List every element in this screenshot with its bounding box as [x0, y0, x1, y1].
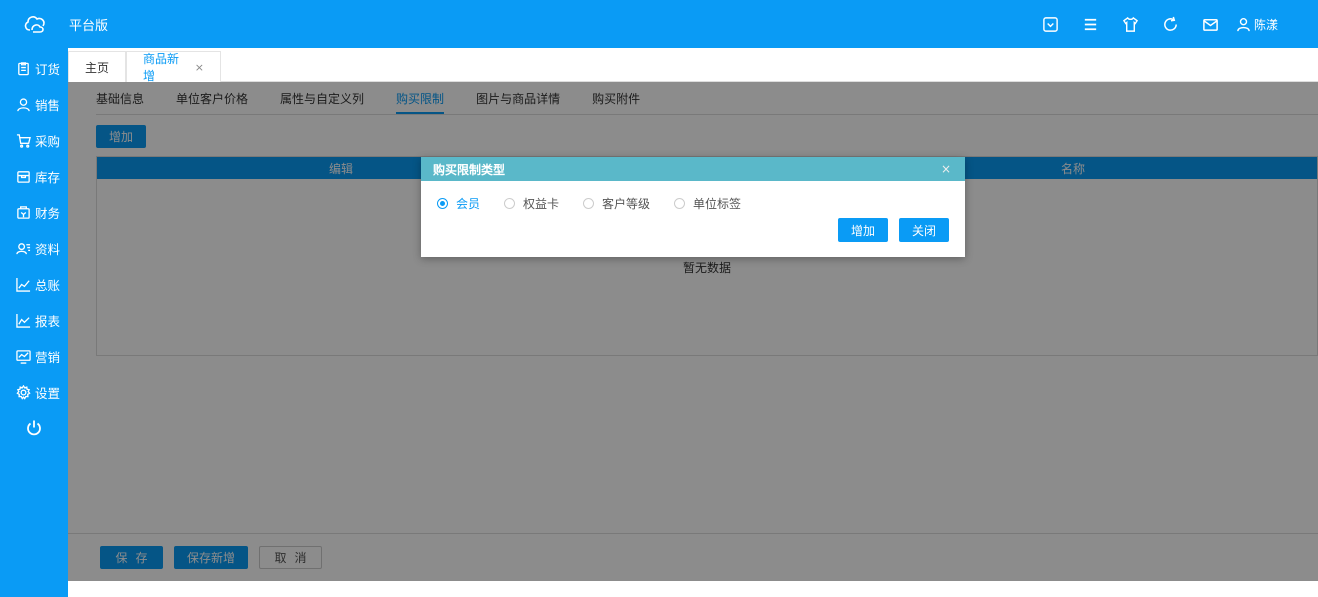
close-icon[interactable]: × [195, 61, 204, 74]
refresh-icon[interactable] [1160, 13, 1182, 35]
sidebar-item-label: 总账 [35, 277, 61, 293]
dialog-title: 购买限制类型 [433, 162, 506, 177]
inbox-icon[interactable] [1040, 13, 1062, 35]
sidebar-item-label: 订货 [35, 61, 61, 77]
sidebar-item-purchase[interactable]: 采购 [0, 122, 68, 158]
box-icon [17, 170, 30, 183]
radio-dot[interactable] [583, 198, 595, 209]
monitor-icon [16, 349, 31, 364]
wallet-icon [17, 205, 30, 219]
chart-icon [16, 277, 31, 292]
cloud-logo-icon [24, 16, 45, 33]
power-button[interactable] [0, 410, 68, 446]
radio-member[interactable]: 会员 [437, 195, 480, 212]
user-name: 陈漾 [1253, 17, 1278, 32]
user-menu[interactable]: 陈漾 [1236, 16, 1278, 33]
top-bar: 平台版 陈漾 [0, 0, 1318, 48]
sidebar-item-finance[interactable]: 财务 [0, 194, 68, 230]
purchase-limit-type-dialog: 购买限制类型 × 会员 权益卡 客户等级 单位标签 增加 关闭 [421, 157, 965, 257]
sidebar-item-label: 销售 [35, 97, 61, 113]
sidebar-item-label: 资料 [35, 241, 61, 257]
tab-home[interactable]: 主页 [68, 51, 126, 82]
dialog-add-button[interactable]: 增加 [838, 218, 888, 242]
page-tab-bar: 主页 商品新增 × [68, 48, 1318, 83]
radio-dot[interactable] [437, 198, 448, 209]
radio-label: 权益卡 [523, 197, 560, 211]
sidebar-item-label: 设置 [35, 385, 61, 401]
radio-dot[interactable] [504, 198, 516, 209]
sidebar-item-sales[interactable]: 销售 [0, 86, 68, 122]
power-icon [27, 420, 41, 436]
sidebar-item-inventory[interactable]: 库存 [0, 158, 68, 194]
close-icon[interactable]: × [941, 162, 951, 176]
gear-icon [16, 384, 31, 400]
radio-unit-tag[interactable]: 单位标签 [674, 195, 741, 212]
bottom-strip [68, 581, 1318, 597]
sidebar-item-label: 财务 [35, 205, 61, 221]
sidebar: 订货 销售 采购 库存 财务 资料 总账 报表 营销 设置 [0, 48, 68, 597]
tab-product-new[interactable]: 商品新增 × [126, 51, 221, 83]
tab-home-label: 主页 [85, 60, 110, 75]
sidebar-item-label: 营销 [35, 349, 61, 365]
radio-benefit-card[interactable]: 权益卡 [504, 195, 559, 212]
sidebar-item-marketing[interactable]: 营销 [0, 338, 68, 374]
contacts-icon [16, 242, 31, 254]
sidebar-item-data[interactable]: 资料 [0, 230, 68, 266]
sidebar-item-report[interactable]: 报表 [0, 302, 68, 338]
shirt-icon[interactable] [1120, 13, 1142, 35]
user-icon [1237, 17, 1250, 31]
menu-icon[interactable] [1080, 13, 1102, 35]
sidebar-item-label: 报表 [35, 313, 61, 329]
radio-dot[interactable] [674, 198, 686, 209]
mail-icon[interactable] [1200, 13, 1222, 35]
cart-icon [16, 133, 31, 148]
brand-title: 平台版 [69, 19, 109, 34]
radio-label: 单位标签 [693, 197, 742, 211]
sidebar-item-ledger[interactable]: 总账 [0, 266, 68, 302]
clipboard-icon [18, 61, 29, 75]
radio-label: 客户等级 [602, 197, 651, 211]
radio-label: 会员 [456, 197, 481, 211]
tab-product-new-label: 商品新增 [143, 52, 180, 83]
sidebar-item-settings[interactable]: 设置 [0, 374, 68, 410]
sidebar-item-order[interactable]: 订货 [0, 50, 68, 86]
sidebar-item-label: 采购 [35, 133, 61, 149]
radio-customer-level[interactable]: 客户等级 [583, 195, 650, 212]
dialog-header: 购买限制类型 × [421, 157, 965, 181]
limit-type-radio-group: 会员 权益卡 客户等级 单位标签 [437, 195, 765, 212]
report-icon [16, 313, 31, 328]
dialog-close-button[interactable]: 关闭 [899, 218, 949, 242]
person-icon [17, 97, 30, 111]
sidebar-item-label: 库存 [35, 169, 61, 185]
